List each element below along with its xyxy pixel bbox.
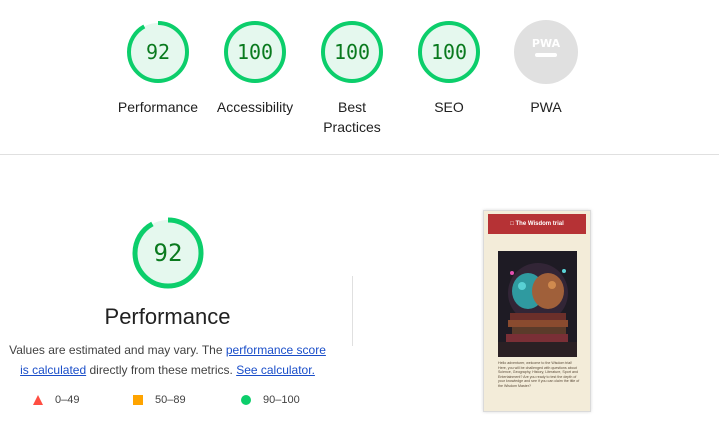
performance-score-ring: 92 (127, 21, 189, 83)
performance-summary: 92 Performance Values are estimated and … (0, 210, 335, 380)
gauge-best-practices[interactable]: 100 Best Practices (302, 20, 402, 137)
gauge-seo[interactable]: 100 SEO (399, 20, 499, 117)
performance-description: Values are estimated and may vary. The p… (5, 340, 330, 380)
legend-fail-range: 0–49 (55, 394, 80, 406)
legend-average: 50–89 (133, 394, 186, 406)
gauge-performance[interactable]: 92 Performance (108, 20, 208, 117)
book-brain-artwork-icon (498, 251, 577, 357)
circle-icon (241, 395, 251, 405)
gauge-pwa[interactable]: PWA PWA (496, 20, 596, 117)
legend-pass-range: 90–100 (263, 394, 300, 406)
performance-big-gauge: 92 (132, 217, 203, 289)
pwa-badge-text: PWA (532, 37, 561, 50)
seo-score-ring: 100 (418, 21, 480, 83)
seo-score: 100 (431, 40, 467, 64)
accessibility-score-ring: 100 (224, 21, 286, 83)
final-screenshot-thumbnail[interactable]: □ The Wisdom trial Hello adventurer, wel… (483, 210, 591, 412)
legend-fail: 0–49 (33, 394, 79, 406)
gauge-label-performance: Performance (117, 99, 199, 115)
legend-average-range: 50–89 (155, 394, 186, 406)
gauge-label-accessibility: Accessibility (216, 99, 294, 115)
vertical-divider (352, 276, 353, 346)
pwa-badge-icon: PWA (514, 20, 578, 84)
gauge-label-best-practices: Best Practices (323, 99, 381, 135)
gauge-accessibility[interactable]: 100 Accessibility (205, 20, 305, 117)
performance-big-score: 92 (153, 239, 182, 267)
legend-pass: 90–100 (241, 394, 300, 406)
see-calculator-link[interactable]: See calculator. (236, 363, 315, 377)
performance-score: 92 (146, 40, 170, 64)
thumbnail-header-text: The Wisdom trial (515, 221, 564, 227)
section-divider (0, 154, 719, 155)
thumbnail-header: □ The Wisdom trial (488, 214, 586, 234)
gauge-label-seo: SEO (434, 99, 464, 115)
accessibility-score: 100 (237, 40, 273, 64)
best-practices-score-ring: 100 (321, 21, 383, 83)
desc-middle: directly from these metrics. (86, 363, 237, 377)
best-practices-score: 100 (334, 40, 370, 64)
desc-prefix: Values are estimated and may vary. The (9, 343, 226, 357)
triangle-icon (33, 395, 43, 405)
square-icon (133, 395, 143, 405)
category-gauges: 92 Performance 100 Accessibility 100 Bes… (0, 0, 719, 155)
thumbnail-text: Hello adventurer, welcome to the Wisdom … (498, 361, 580, 388)
gauge-label-pwa: PWA (530, 99, 562, 115)
performance-title: Performance (104, 304, 231, 329)
